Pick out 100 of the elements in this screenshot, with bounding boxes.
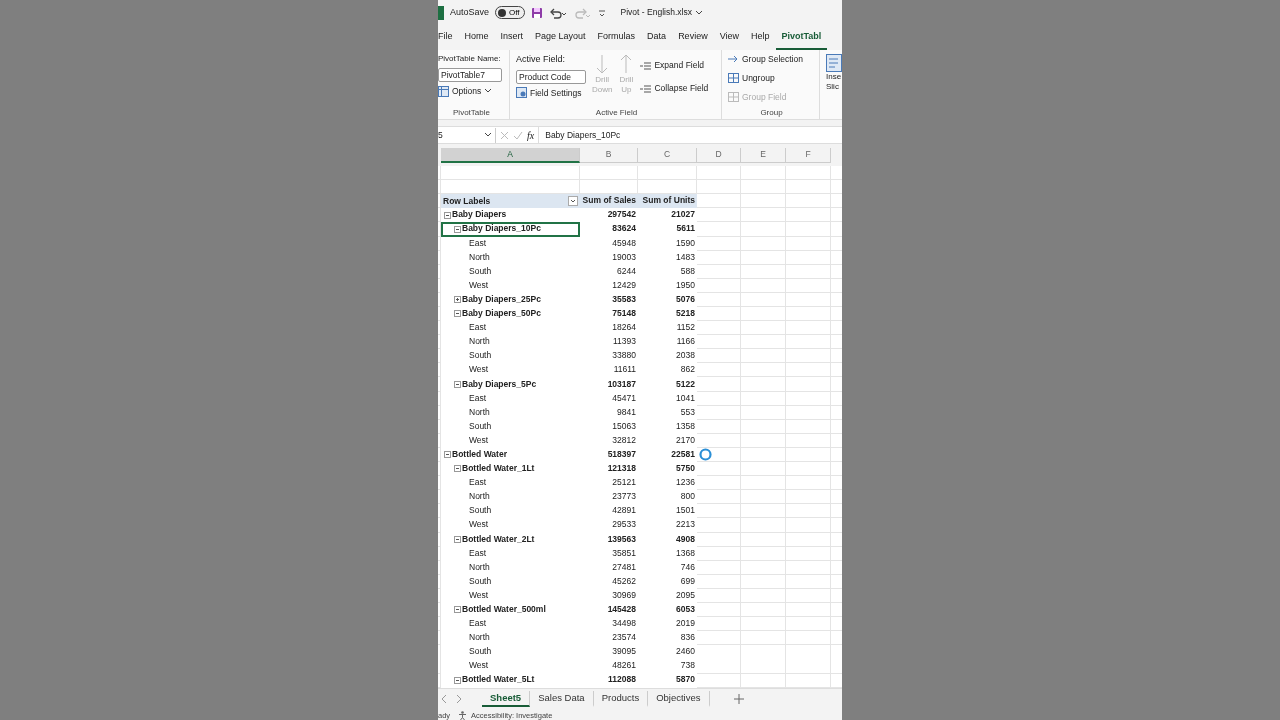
undo-icon[interactable]	[548, 6, 567, 19]
field-settings-icon	[516, 87, 527, 99]
column-header[interactable]: F	[786, 148, 831, 163]
accessibility-icon	[458, 711, 468, 720]
ribbon-tab[interactable]: Page Layout	[529, 25, 592, 50]
units-value: 1166	[638, 335, 697, 350]
formula-value[interactable]: Baby Diapers_10Pc	[538, 127, 842, 143]
collapse-icon[interactable]	[454, 465, 461, 473]
file-name-button[interactable]: Pivot - English.xlsx	[620, 6, 703, 19]
check-icon[interactable]	[513, 130, 523, 140]
grid-icon	[728, 73, 739, 84]
row-label: West	[469, 589, 489, 600]
column-header[interactable]: C	[638, 148, 697, 163]
group-command-button[interactable]: Group Selection	[728, 53, 815, 66]
caret-icon	[484, 132, 492, 138]
ribbon-tab[interactable]: View	[713, 25, 745, 50]
column-header[interactable]: E	[741, 148, 786, 163]
field-label: PivotTable Name:	[438, 53, 502, 65]
cursor-ring-icon	[699, 447, 712, 461]
row-label: East	[469, 547, 486, 558]
save-icon[interactable]	[530, 6, 543, 19]
expand-icon[interactable]	[454, 296, 461, 304]
sales-value: 25121	[580, 476, 638, 491]
sheet-tab[interactable]: Products	[593, 690, 649, 708]
ribbon-tab[interactable]: Formulas	[591, 25, 642, 50]
row-label: Bottled Water_500ml	[462, 604, 546, 614]
sheet-tab[interactable]: Sheet5	[482, 690, 531, 708]
column-header[interactable]: A	[441, 148, 580, 163]
caret-icon	[694, 9, 703, 16]
collapse-field-button[interactable]: Collapse Field	[640, 81, 709, 95]
row-label: Bottled Water_1Lt	[462, 463, 535, 474]
function-label[interactable]: fx	[527, 127, 535, 143]
add-sheet-icon[interactable]	[733, 694, 744, 705]
units-value: 2038	[638, 349, 697, 364]
sales-value: 33880	[580, 349, 638, 364]
sales-value: 29533	[580, 518, 638, 533]
row-label: North	[469, 632, 490, 643]
row-label: West	[469, 434, 489, 445]
row-label: South	[469, 646, 492, 657]
expand-field-button[interactable]: Expand Field	[640, 59, 709, 72]
sales-value: 42891	[580, 504, 638, 519]
row-label: West	[469, 364, 489, 375]
column-header[interactable]: B	[580, 148, 638, 163]
ribbon-tab[interactable]: Home	[458, 25, 495, 50]
row-label: South	[469, 575, 492, 586]
insert-slicer-button[interactable]: Inse Slic	[820, 50, 842, 119]
column-header[interactable]: D	[697, 148, 741, 163]
units-value: 2213	[638, 518, 697, 533]
units-value: 1152	[638, 321, 697, 336]
ribbon-tab[interactable]: Help	[745, 25, 776, 50]
column-heading: Sum of Sales	[580, 194, 638, 209]
autosave-label: AutoSave	[450, 5, 490, 19]
collapse-icon[interactable]	[444, 451, 451, 459]
options-button[interactable]: Options	[438, 85, 505, 98]
list-icon	[640, 83, 652, 93]
units-value: 1236	[638, 476, 697, 491]
sales-value: 23574	[580, 631, 638, 646]
sales-value: 11393	[580, 335, 638, 350]
row-label: East	[469, 237, 486, 248]
row-label: Bottled Water_2Lt	[462, 533, 535, 544]
row-label: West	[469, 519, 489, 530]
row-label: Baby Diapers	[452, 209, 507, 220]
collapse-icon[interactable]	[454, 535, 461, 543]
row-label: North	[469, 336, 490, 347]
pivot-name-field[interactable]: PivotTable7	[438, 68, 502, 82]
sales-value: 83624	[580, 222, 638, 237]
collapse-icon[interactable]	[454, 225, 461, 233]
slicer-icon	[826, 54, 842, 72]
sheet-tab[interactable]: Sales Data	[530, 690, 594, 708]
filter-dropdown-icon[interactable]	[568, 196, 578, 207]
units-value: 1501	[638, 504, 697, 519]
collapse-icon[interactable]	[454, 676, 461, 684]
row-label: West	[469, 660, 489, 671]
row-label: South	[469, 505, 492, 516]
caret-icon	[484, 88, 493, 95]
sales-value: 75148	[580, 307, 638, 322]
collapse-icon[interactable]	[454, 310, 461, 318]
field-settings-button[interactable]: Field Settings	[516, 86, 586, 100]
ribbon-tab[interactable]: File	[438, 25, 459, 50]
units-value: 800	[638, 490, 697, 505]
units-value: 836	[638, 631, 697, 646]
autosave-toggle[interactable]: Off	[495, 6, 525, 19]
row-label: Bottled Water_5Lt	[462, 674, 535, 685]
ribbon-tab[interactable]: Data	[641, 25, 673, 50]
name-box[interactable]: 5	[438, 127, 496, 143]
right-arrow-icon	[728, 54, 739, 65]
collapse-icon[interactable]	[454, 380, 461, 388]
ribbon-tab[interactable]: Review	[672, 25, 714, 50]
row-label: South	[469, 265, 492, 276]
sheet-tab[interactable]: Objectives	[648, 690, 710, 708]
active-field-field[interactable]: Product Code	[516, 69, 586, 84]
group-command-button[interactable]: Ungroup	[728, 71, 815, 85]
row-label: Baby Diapers_50Pc	[462, 308, 541, 319]
ribbon-tab[interactable]: Insert	[494, 25, 530, 50]
units-value: 21027	[638, 208, 697, 223]
collapse-icon[interactable]	[444, 211, 451, 219]
group-label: Group	[759, 107, 784, 119]
collapse-icon[interactable]	[454, 606, 461, 614]
sales-value: 18264	[580, 321, 638, 336]
column-heading: Row Labels	[443, 194, 491, 208]
